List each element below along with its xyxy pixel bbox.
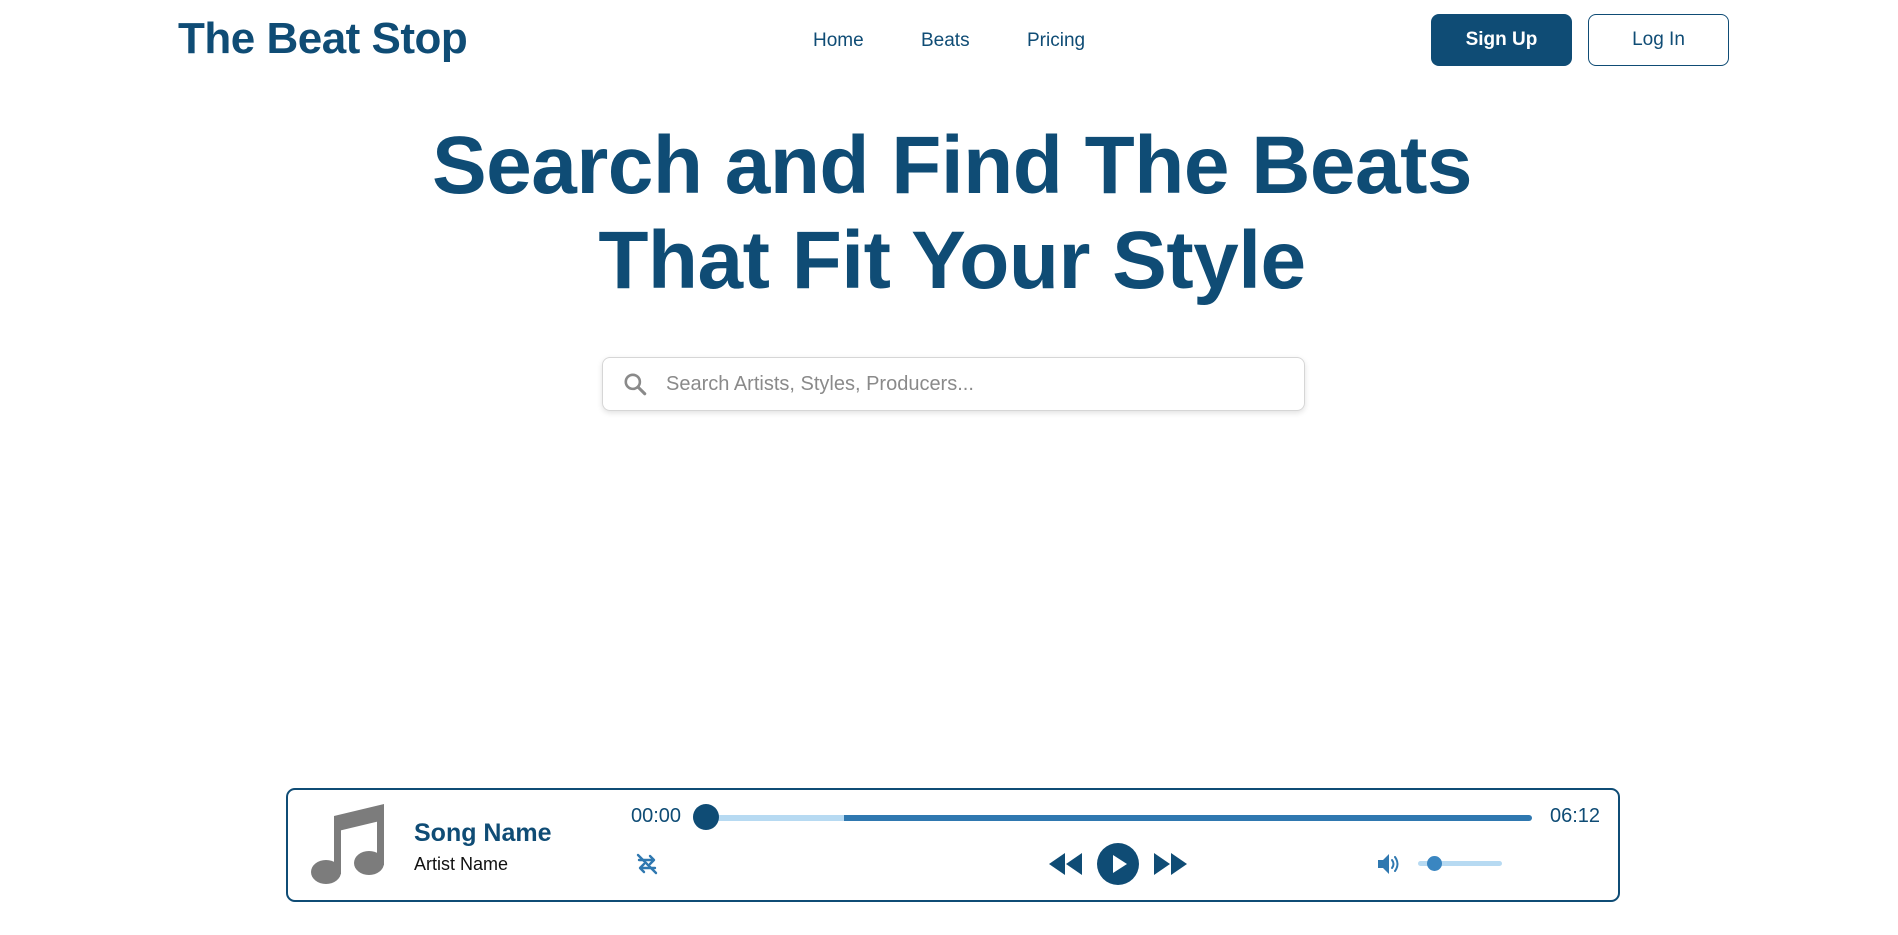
volume-icon[interactable] [1375, 850, 1403, 878]
hero-line-1: Search and Find The Beats [431, 120, 1473, 211]
repeat-off-icon[interactable] [633, 850, 661, 878]
rewind-icon[interactable] [1048, 851, 1084, 877]
nav-beats-link[interactable]: Beats [921, 30, 970, 52]
current-time: 00:00 [631, 805, 682, 827]
search-bar [602, 357, 1305, 411]
total-time: 06:12 [1550, 805, 1601, 827]
log-in-button[interactable]: Log In [1588, 14, 1729, 66]
music-player: Song Name Artist Name 00:00 06:12 [286, 788, 1620, 902]
music-note-icon [311, 804, 384, 884]
play-icon[interactable] [1096, 842, 1140, 886]
progress-track[interactable] [693, 815, 1532, 821]
song-name: Song Name [414, 819, 552, 847]
artist-name: Artist Name [414, 854, 509, 874]
volume-thumb[interactable] [1427, 856, 1443, 871]
progress-thumb[interactable] [693, 804, 719, 830]
search-input[interactable] [664, 365, 1304, 403]
hero-line-2: That Fit Your Style [598, 215, 1306, 306]
hero-heading: Search and Find The Beats That Fit Your … [0, 118, 1898, 308]
nav-home-link[interactable]: Home [813, 30, 864, 52]
fast-forward-icon[interactable] [1152, 851, 1188, 877]
nav-pricing-link[interactable]: Pricing [1027, 30, 1085, 52]
sign-up-button[interactable]: Sign Up [1431, 14, 1572, 66]
search-icon [624, 373, 647, 396]
